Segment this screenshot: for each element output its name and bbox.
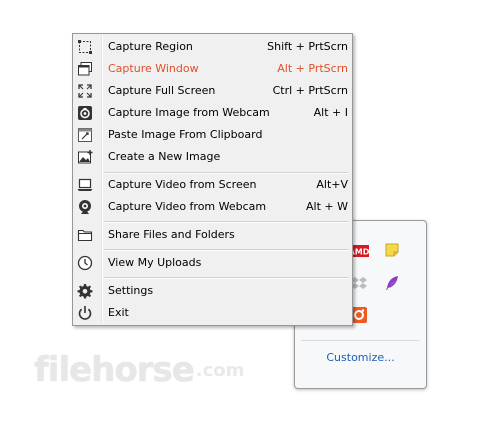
menu-item-label: Share Files and Folders (108, 228, 235, 241)
new-image-icon (77, 149, 93, 165)
menu-item-label: Capture Window (108, 62, 199, 75)
menu-separator (104, 277, 348, 279)
folder-icon (77, 227, 93, 243)
fullscreen-icon (77, 83, 93, 99)
feather-icon[interactable] (383, 275, 401, 291)
menu-item-label: Capture Video from Webcam (108, 200, 267, 213)
menu-item-capture-region[interactable]: Capture Region Shift + PrtScrn (75, 36, 350, 58)
screen-video-icon (77, 177, 93, 193)
menu-item-shortcut: Alt+V (316, 178, 348, 191)
menu-item-create-new-image[interactable]: Create a New Image (75, 146, 350, 168)
watermark-text: filehorse (34, 350, 195, 390)
customize-link[interactable]: Customize... (295, 351, 426, 364)
menu-item-capture-video-webcam[interactable]: Capture Video from Webcam Alt + W (75, 196, 350, 218)
menu-item-label: Paste Image From Clipboard (108, 128, 263, 141)
clock-icon (77, 255, 93, 271)
menu-item-capture-full-screen[interactable]: Capture Full Screen Ctrl + PrtScrn (75, 80, 350, 102)
menu-item-shortcut: Shift + PrtScrn (267, 40, 348, 53)
webcam-image-icon (77, 105, 93, 121)
menu-item-shortcut: Alt + I (313, 106, 348, 119)
menu-item-label: Capture Video from Screen (108, 178, 257, 191)
tray-divider (301, 340, 420, 341)
watermark: filehorse .com (34, 346, 244, 394)
menu-item-label: Capture Region (108, 40, 193, 53)
menu-item-capture-window[interactable]: Capture Window Alt + PrtScrn (75, 58, 350, 80)
context-menu: Capture Region Shift + PrtScrn Capture W… (72, 33, 353, 326)
menu-item-shortcut: Ctrl + PrtScrn (272, 84, 348, 97)
menu-separator (104, 249, 348, 251)
menu-item-label: Capture Full Screen (108, 84, 216, 97)
webcam-video-icon (77, 199, 93, 215)
menu-item-label: Capture Image from Webcam (108, 106, 270, 119)
gear-icon (77, 283, 93, 299)
power-icon (77, 305, 93, 321)
menu-item-share-files[interactable]: Share Files and Folders (75, 224, 350, 246)
menu-item-shortcut: Alt + PrtScrn (277, 62, 348, 75)
sticky-note-icon[interactable] (383, 242, 401, 258)
menu-item-exit[interactable]: Exit (75, 302, 350, 324)
watermark-suffix: .com (195, 359, 245, 381)
menu-item-label: Settings (108, 284, 154, 297)
clipboard-icon (77, 127, 93, 143)
menu-item-label: Exit (108, 306, 129, 319)
menu-item-paste-clipboard[interactable]: Paste Image From Clipboard (75, 124, 350, 146)
window-icon (77, 61, 93, 77)
menu-item-capture-video-screen[interactable]: Capture Video from Screen Alt+V (75, 174, 350, 196)
menu-item-capture-image-webcam[interactable]: Capture Image from Webcam Alt + I (75, 102, 350, 124)
region-select-icon (77, 39, 93, 55)
menu-item-settings[interactable]: Settings (75, 280, 350, 302)
menu-item-label: View My Uploads (108, 256, 202, 269)
menu-item-shortcut: Alt + W (306, 200, 348, 213)
menu-separator (104, 221, 348, 223)
menu-item-view-uploads[interactable]: View My Uploads (75, 252, 350, 274)
menu-item-label: Create a New Image (108, 150, 221, 163)
